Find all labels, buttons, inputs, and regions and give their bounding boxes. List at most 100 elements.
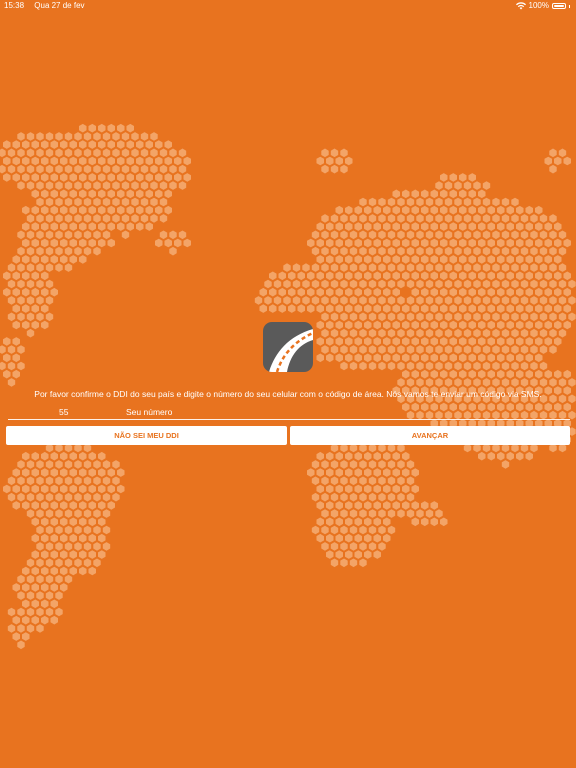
map-dot xyxy=(330,296,339,305)
map-dot xyxy=(41,451,49,461)
map-dot xyxy=(69,173,77,182)
map-dot xyxy=(326,533,334,543)
phone-number-field[interactable] xyxy=(126,405,566,419)
map-dot xyxy=(36,476,44,486)
map-dot xyxy=(383,255,391,264)
map-dot xyxy=(60,238,68,248)
map-dot xyxy=(326,156,334,166)
map-dot xyxy=(17,345,25,354)
map-dot xyxy=(7,361,16,371)
map-dot xyxy=(121,164,130,174)
map-dot xyxy=(117,205,125,215)
map-dot xyxy=(511,263,519,272)
ddi-field[interactable] xyxy=(59,405,119,419)
map-dot xyxy=(98,501,106,510)
map-dot xyxy=(164,156,172,166)
map-dot xyxy=(473,345,481,354)
map-dot xyxy=(354,484,362,494)
map-dot xyxy=(174,173,182,182)
map-dot xyxy=(7,345,16,354)
map-dot xyxy=(454,230,462,240)
map-dot xyxy=(435,197,443,207)
map-dot xyxy=(311,525,320,535)
map-dot xyxy=(406,197,415,207)
map-dot xyxy=(117,484,125,494)
map-dot xyxy=(520,296,529,305)
map-dot xyxy=(478,353,486,363)
map-dot xyxy=(69,468,77,477)
map-dot xyxy=(459,205,467,215)
map-dot xyxy=(359,476,367,486)
map-dot xyxy=(416,197,424,207)
map-dot xyxy=(169,230,177,240)
map-dot xyxy=(98,156,106,166)
next-button[interactable]: AVANÇAR xyxy=(290,426,570,445)
map-dot xyxy=(74,509,82,518)
map-dot xyxy=(0,345,6,354)
map-dot xyxy=(41,238,49,248)
map-dot xyxy=(535,255,543,264)
map-dot xyxy=(444,361,453,371)
map-dot xyxy=(22,484,30,494)
unknown-ddi-button[interactable]: NÃO SEI MEU DDI xyxy=(6,426,287,445)
map-dot xyxy=(364,533,372,543)
map-dot xyxy=(22,599,30,609)
map-dot xyxy=(364,287,372,297)
map-dot xyxy=(544,337,552,346)
map-dot xyxy=(378,197,386,207)
map-dot xyxy=(169,246,177,256)
map-dot xyxy=(31,468,39,477)
map-dot xyxy=(31,484,39,494)
map-dot xyxy=(449,320,457,330)
map-dot xyxy=(269,287,277,297)
map-dot xyxy=(45,214,54,223)
map-dot xyxy=(530,312,538,322)
map-dot xyxy=(330,214,339,223)
map-dot xyxy=(525,304,533,313)
map-dot xyxy=(36,607,44,617)
map-dot xyxy=(273,279,282,289)
app-logo xyxy=(263,322,313,372)
map-dot xyxy=(326,484,334,494)
map-dot xyxy=(463,328,472,338)
map-dot xyxy=(373,550,381,559)
map-dot xyxy=(93,197,101,207)
map-dot xyxy=(316,337,324,346)
map-dot xyxy=(50,173,58,182)
map-dot xyxy=(354,287,362,297)
map-dot xyxy=(3,337,11,346)
map-dot xyxy=(340,558,348,568)
map-dot xyxy=(463,230,472,240)
map-dot xyxy=(64,492,73,502)
map-dot xyxy=(539,279,548,289)
map-dot xyxy=(411,271,419,281)
map-dot xyxy=(459,238,467,248)
map-dot xyxy=(435,296,443,305)
map-dot xyxy=(435,263,443,272)
map-dot xyxy=(292,296,301,305)
map-dot xyxy=(12,468,20,477)
map-dot xyxy=(497,238,505,248)
map-dot xyxy=(482,296,491,305)
map-dot xyxy=(402,222,410,231)
map-dot xyxy=(17,640,25,650)
map-dot xyxy=(459,369,467,379)
map-dot xyxy=(435,181,443,190)
map-dot xyxy=(22,304,30,313)
map-dot xyxy=(473,214,481,223)
map-dot xyxy=(17,263,25,272)
map-dot xyxy=(497,451,505,461)
map-dot xyxy=(12,255,20,264)
map-dot xyxy=(359,525,367,535)
map-dot xyxy=(117,173,125,182)
map-dot xyxy=(501,263,510,272)
map-dot xyxy=(79,123,87,133)
map-dot xyxy=(288,287,296,297)
map-dot xyxy=(64,509,73,518)
map-dot xyxy=(497,304,505,313)
map-dot xyxy=(278,271,286,281)
map-dot xyxy=(340,296,348,305)
map-dot xyxy=(392,287,400,297)
map-dot xyxy=(169,164,177,174)
map-dot xyxy=(93,460,101,469)
